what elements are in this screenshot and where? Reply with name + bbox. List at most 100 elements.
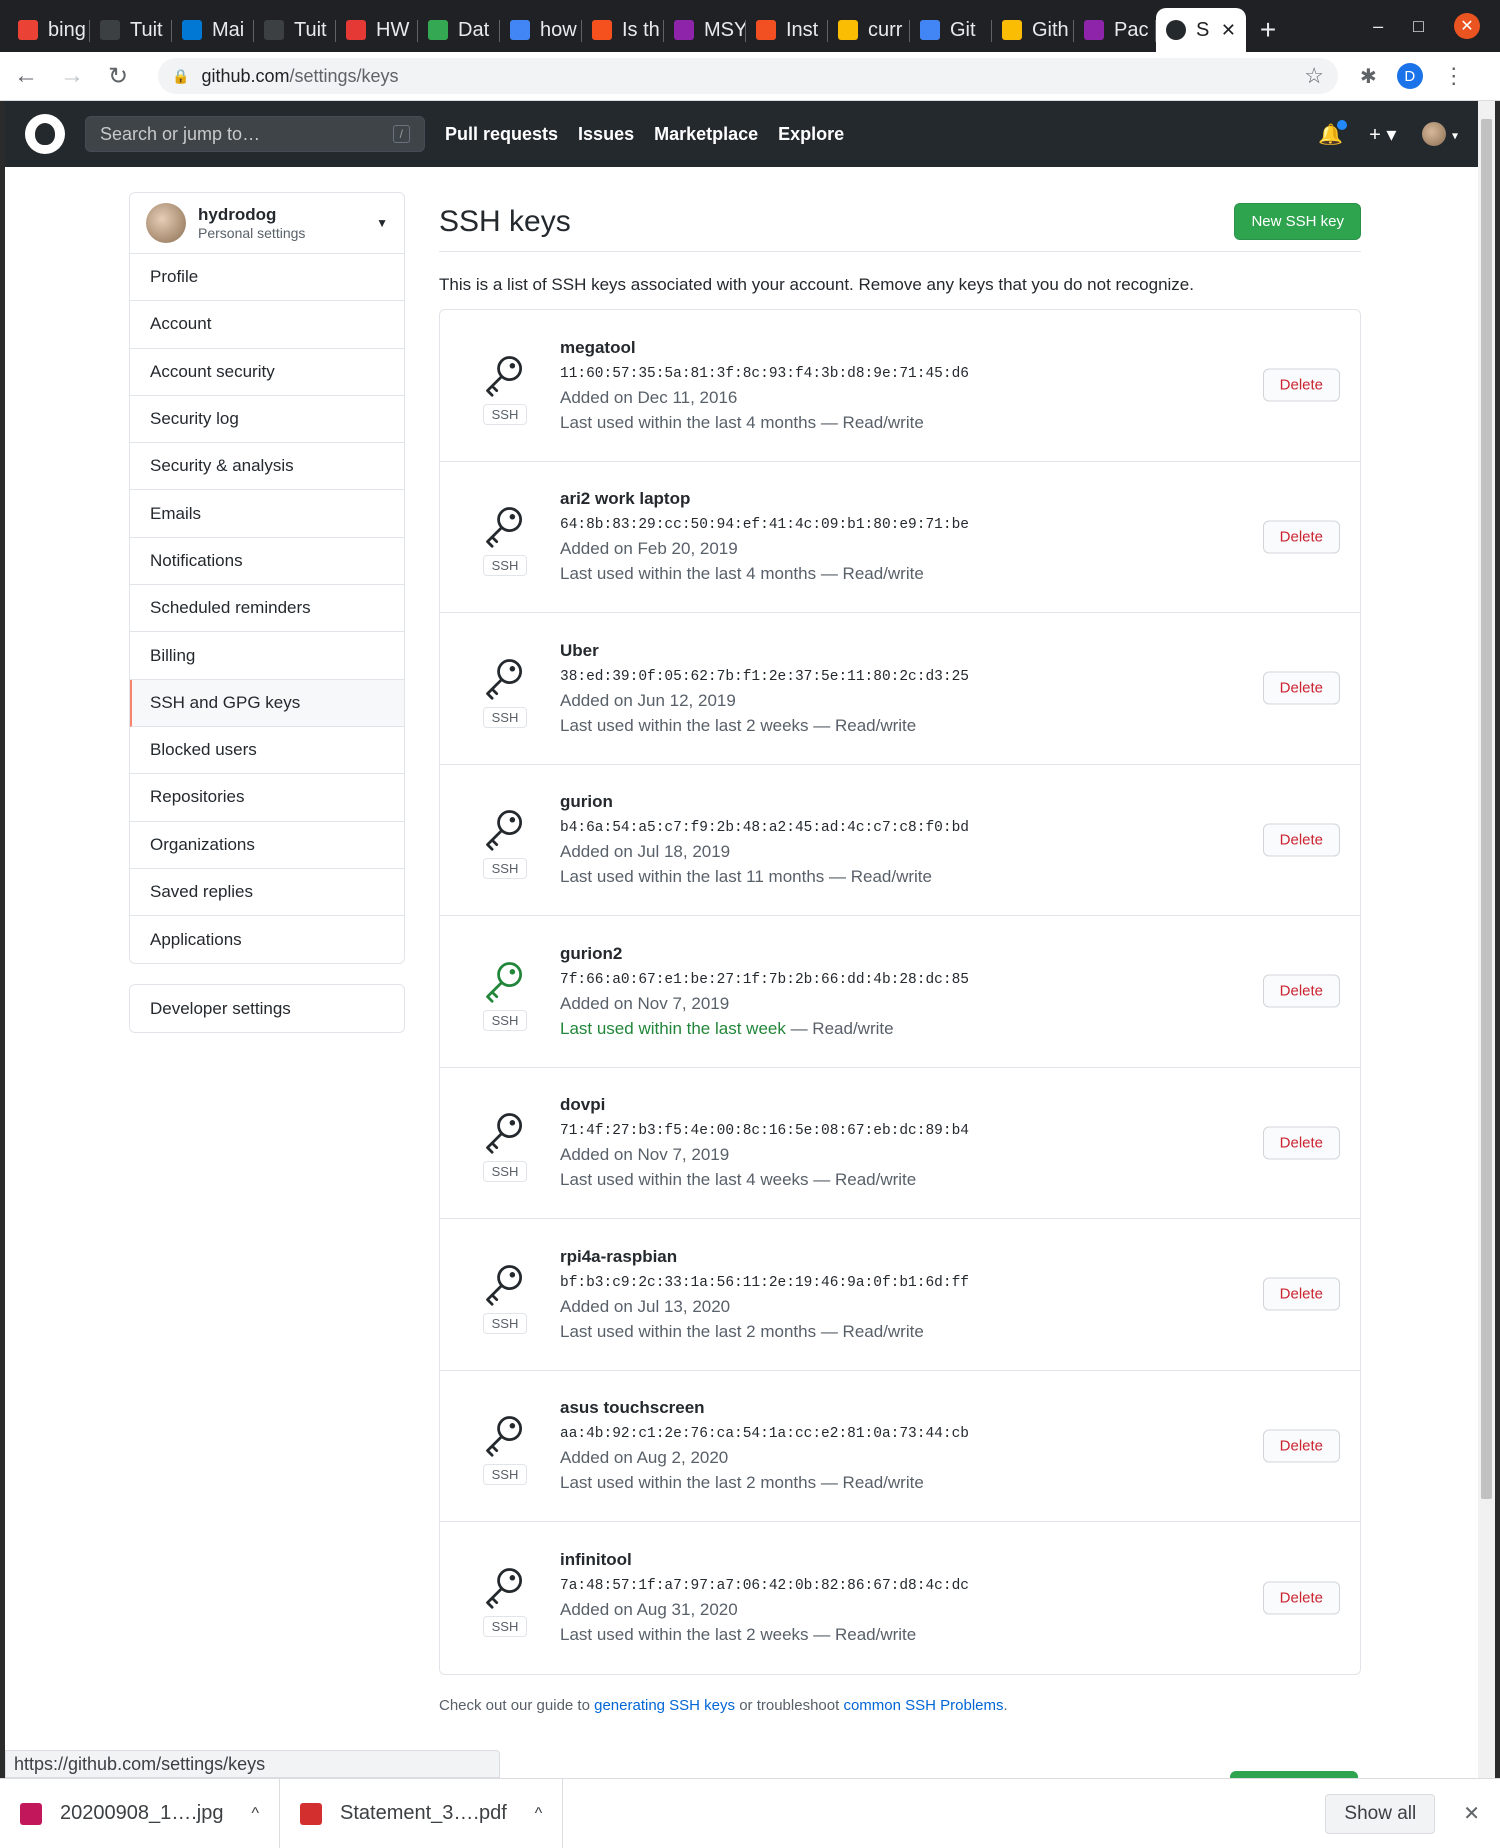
common-ssh-problems-link[interactable]: common SSH Problems bbox=[843, 1697, 1003, 1714]
sidebar-item-saved-replies[interactable]: Saved replies bbox=[130, 869, 404, 917]
new-ssh-key-button[interactable]: New SSH key bbox=[1234, 203, 1361, 240]
bookmark-star-icon[interactable]: ☆ bbox=[1304, 63, 1324, 89]
key-icon bbox=[486, 658, 522, 700]
browser-tab[interactable]: Inst bbox=[746, 8, 828, 52]
ssh-badge: SSH bbox=[482, 1161, 528, 1183]
key-last-used: Last used within the last 2 weeks — Read… bbox=[560, 716, 969, 736]
back-arrow-icon[interactable]: ← bbox=[6, 56, 46, 96]
sidebar-item-repositories[interactable]: Repositories bbox=[130, 774, 404, 822]
header-nav-link[interactable]: Marketplace bbox=[654, 124, 758, 145]
key-last-used: Last used within the last 4 months — Rea… bbox=[560, 564, 969, 584]
new-tab-button[interactable]: + bbox=[1246, 8, 1290, 52]
browser-tab[interactable]: Gith bbox=[992, 8, 1074, 52]
download-filename: Statement_3….pdf bbox=[340, 1802, 507, 1824]
footnote-middle: or troubleshoot bbox=[735, 1696, 844, 1714]
browser-tab[interactable]: Tuit bbox=[254, 8, 336, 52]
sidebar-item-developer-settings[interactable]: Developer settings bbox=[130, 985, 404, 1032]
tab-favicon-icon bbox=[346, 20, 366, 40]
browser-tab[interactable]: how bbox=[500, 8, 582, 52]
page-scrollbar[interactable] bbox=[1478, 101, 1495, 1778]
key-access-level: — Read/write bbox=[808, 715, 917, 735]
browser-tab[interactable]: Git bbox=[910, 8, 992, 52]
key-title: gurion2 bbox=[560, 943, 623, 963]
sidebar-item-account[interactable]: Account bbox=[130, 301, 404, 349]
user-menu[interactable]: ▾ bbox=[1422, 122, 1458, 146]
delete-key-button[interactable]: Delete bbox=[1262, 823, 1340, 857]
tab-label: Dat bbox=[458, 18, 490, 41]
show-all-downloads-button[interactable]: Show all bbox=[1325, 1793, 1436, 1834]
sidebar-item-notifications[interactable]: Notifications bbox=[130, 538, 404, 586]
delete-key-button[interactable]: Delete bbox=[1262, 520, 1340, 554]
download-item[interactable]: 20200908_1….jpg ^ bbox=[20, 1778, 280, 1848]
chevron-up-icon[interactable]: ^ bbox=[251, 1805, 259, 1823]
sidebar-item-billing[interactable]: Billing bbox=[130, 632, 404, 680]
sidebar-item-security-analysis[interactable]: Security & analysis bbox=[130, 443, 404, 491]
sidebar-item-applications[interactable]: Applications bbox=[130, 916, 404, 963]
browser-tab[interactable]: curr bbox=[828, 8, 910, 52]
gpg-new-key-button-partial[interactable] bbox=[1230, 1771, 1358, 1778]
key-icon-column: SSH bbox=[480, 352, 530, 425]
chevron-down-icon[interactable]: ▼ bbox=[376, 216, 388, 230]
browser-menu-icon[interactable]: ⋮ bbox=[1443, 63, 1465, 89]
sidebar-item-profile[interactable]: Profile bbox=[130, 254, 404, 302]
tab-label: Inst bbox=[786, 18, 819, 41]
sidebar-item-emails[interactable]: Emails bbox=[130, 490, 404, 538]
delete-key-button[interactable]: Delete bbox=[1262, 1429, 1340, 1463]
key-icon bbox=[486, 1568, 522, 1609]
sidebar-item-ssh-and-gpg-keys[interactable]: SSH and GPG keys bbox=[130, 679, 404, 727]
delete-key-button[interactable]: Delete bbox=[1262, 1126, 1340, 1160]
browser-tab[interactable]: Is th bbox=[582, 8, 664, 52]
delete-key-button[interactable]: Delete bbox=[1262, 368, 1340, 402]
reload-icon[interactable]: ↻ bbox=[98, 56, 138, 96]
browser-tab-strip: bing Tuit Mai Tuit HW Dat how Is th MSY Inst curr G… bbox=[0, 0, 1500, 52]
scrollbar-thumb[interactable] bbox=[1481, 119, 1492, 1499]
tab-active[interactable]: S ✕ bbox=[1156, 8, 1246, 52]
sidebar-item-blocked-users[interactable]: Blocked users bbox=[130, 727, 404, 775]
browser-profile-avatar[interactable]: D bbox=[1396, 63, 1423, 89]
developer-menu: Developer settings bbox=[129, 984, 405, 1034]
forward-arrow-icon[interactable]: → bbox=[52, 56, 92, 96]
window-close-icon[interactable]: ✕ bbox=[1454, 13, 1480, 39]
delete-key-button[interactable]: Delete bbox=[1262, 974, 1340, 1008]
header-nav-link[interactable]: Issues bbox=[578, 124, 634, 145]
extensions-puzzle-icon[interactable]: ✱ bbox=[1360, 64, 1377, 89]
intro-text: This is a list of SSH keys associated wi… bbox=[439, 275, 1194, 294]
github-logo-icon[interactable] bbox=[25, 114, 65, 154]
chevron-up-icon[interactable]: ^ bbox=[535, 1805, 543, 1823]
tab-close-icon[interactable]: ✕ bbox=[1221, 20, 1236, 41]
tab-favicon-icon bbox=[100, 20, 120, 40]
address-bar[interactable]: 🔒 github.com/settings/keys ☆ bbox=[158, 58, 1338, 94]
maximize-icon[interactable]: □ bbox=[1413, 16, 1424, 37]
ssh-badge: SSH bbox=[482, 858, 528, 880]
browser-tab[interactable]: MSY bbox=[664, 8, 746, 52]
create-new-dropdown[interactable]: + ▾ bbox=[1369, 122, 1396, 147]
key-access-level: — Read/write bbox=[808, 1625, 917, 1645]
download-bar-close-icon[interactable]: ✕ bbox=[1463, 1801, 1480, 1826]
delete-key-button[interactable]: Delete bbox=[1262, 671, 1340, 705]
minimize-icon[interactable]: – bbox=[1373, 16, 1383, 37]
notifications-bell-icon[interactable]: 🔔 bbox=[1318, 119, 1348, 147]
header-nav-link[interactable]: Explore bbox=[778, 124, 844, 145]
generating-ssh-keys-link[interactable]: generating SSH keys bbox=[594, 1697, 735, 1714]
account-switcher[interactable]: hydrodog Personal settings ▼ bbox=[130, 193, 404, 254]
sidebar-item-account-security[interactable]: Account security bbox=[130, 349, 404, 396]
key-fingerprint: 64:8b:83:29:cc:50:94:ef:41:4c:09:b1:80:e… bbox=[560, 517, 969, 534]
browser-tab[interactable]: bing bbox=[8, 8, 90, 52]
help-footnote: Check out our guide to generating SSH ke… bbox=[439, 1697, 1361, 1714]
sidebar-item-organizations[interactable]: Organizations bbox=[130, 822, 404, 869]
sidebar-item-scheduled-reminders[interactable]: Scheduled reminders bbox=[130, 585, 404, 633]
key-fingerprint: 71:4f:27:b3:f5:4e:00:8c:16:5e:08:67:eb:d… bbox=[560, 1123, 969, 1140]
browser-tab[interactable]: Pac bbox=[1074, 8, 1156, 52]
browser-tab[interactable]: Tuit bbox=[90, 8, 172, 52]
sidebar-item-security-log[interactable]: Security log bbox=[130, 396, 404, 444]
browser-tab[interactable]: Mai bbox=[172, 8, 254, 52]
browser-tab[interactable]: Dat bbox=[418, 8, 500, 52]
download-item[interactable]: Statement_3….pdf ^ bbox=[300, 1778, 564, 1848]
browser-tab[interactable]: HW bbox=[336, 8, 418, 52]
header-nav-link[interactable]: Pull requests bbox=[445, 124, 558, 145]
key-access-level: — Read/write bbox=[816, 1473, 924, 1493]
delete-key-button[interactable]: Delete bbox=[1262, 1581, 1340, 1615]
search-input[interactable]: Search or jump to… / bbox=[85, 116, 425, 152]
delete-key-button[interactable]: Delete bbox=[1262, 1277, 1340, 1311]
tab-favicon-icon bbox=[838, 20, 858, 40]
